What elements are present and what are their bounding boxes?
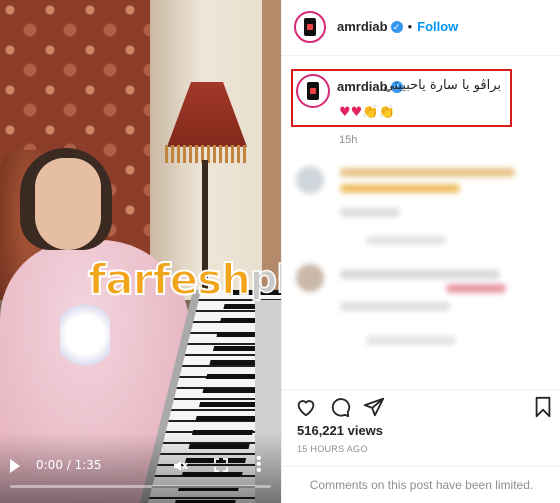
blurred-comment-1 (296, 164, 546, 254)
heart-icon[interactable] (295, 396, 317, 418)
caption-text: براڤو يا سارة ياحبيبتي (383, 78, 501, 93)
watermark-part-2: plus.com (249, 256, 281, 302)
caption-username[interactable]: amrdiab (337, 79, 388, 94)
more-icon[interactable]: • • • (256, 451, 262, 479)
header-username[interactable]: amrdiab (337, 19, 388, 34)
share-icon[interactable] (363, 396, 385, 418)
header-separator: • (407, 19, 413, 34)
action-bar (282, 389, 560, 419)
caption-avatar-image (307, 82, 319, 100)
comments-limited-notice: Comments on this post have been limited. (282, 466, 560, 503)
follow-button[interactable]: Follow (417, 19, 458, 34)
play-icon[interactable] (10, 459, 20, 473)
shirt-graphic (60, 300, 110, 370)
caption-avatar[interactable] (296, 74, 330, 108)
header-user: amrdiab ✓ • Follow (337, 19, 458, 34)
post-header: amrdiab ✓ • Follow (282, 0, 560, 56)
verified-icon: ✓ (390, 20, 403, 33)
blurred-comment-2 (296, 262, 546, 352)
fullscreen-icon[interactable] (214, 458, 228, 472)
video-controls: 0:00 / 1:35 • • • (0, 451, 281, 480)
child-face (35, 158, 101, 250)
video-progress-bar[interactable] (10, 485, 271, 488)
video-player[interactable]: farfesh plus.com 0:00 / 1:35 ••• (0, 0, 281, 503)
caption-time[interactable]: 15h (339, 134, 357, 146)
watermark-part-1: farfesh (87, 254, 252, 305)
avatar[interactable] (294, 11, 326, 43)
video-time: 0:00 / 1:35 (36, 458, 102, 472)
views-count[interactable]: 516,221 views (297, 423, 383, 438)
mute-icon[interactable] (172, 458, 188, 474)
post-timestamp: 15 HOURS AGO (297, 444, 368, 454)
caption-emojis: ♥♥👏👏 (339, 105, 395, 120)
post-panel: amrdiab ✓ • Follow amrdiab ✓ براڤو يا سا… (281, 0, 560, 503)
avatar-image (304, 18, 316, 36)
comment-icon[interactable] (329, 396, 351, 418)
bookmark-icon[interactable] (532, 396, 554, 418)
site-watermark: farfesh plus.com (87, 254, 281, 305)
